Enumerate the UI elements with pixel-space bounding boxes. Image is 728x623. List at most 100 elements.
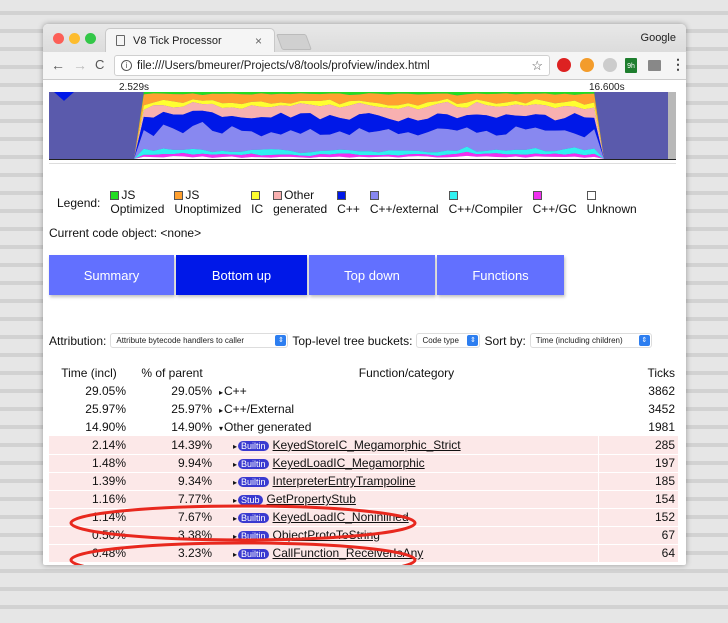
- expand-toggle-icon[interactable]: ▸: [233, 478, 237, 487]
- document-icon: [116, 35, 125, 46]
- tab-top-down[interactable]: Top down: [309, 255, 435, 295]
- function-name[interactable]: KeyedStoreIC_Megamorphic_Strict: [273, 438, 461, 452]
- new-tab-button[interactable]: [276, 34, 312, 50]
- expand-toggle-icon[interactable]: ▸: [219, 406, 223, 415]
- code-type-badge: Builtin: [238, 477, 269, 487]
- function-cell: ▸ Builtin ObjectProtoToString: [215, 526, 598, 545]
- profile-name[interactable]: Google: [641, 32, 676, 44]
- rss-extension-icon[interactable]: [580, 58, 594, 72]
- function-name[interactable]: CallFunction_ReceiverIsAny: [273, 546, 424, 560]
- maximize-window-button[interactable]: [85, 33, 96, 44]
- legend-line2: Optimized: [110, 202, 165, 216]
- table-row[interactable]: 29.05% 29.05% ▸C++ 3862: [49, 382, 678, 400]
- timer-extension-icon[interactable]: 9h: [625, 58, 637, 73]
- minimize-window-button[interactable]: [69, 33, 80, 44]
- header-pct[interactable]: % of parent: [129, 364, 215, 382]
- tab-close-icon[interactable]: ×: [255, 34, 262, 48]
- table-row[interactable]: 1.16% 7.77% ▸ Stub GetPropertyStub 154: [49, 490, 678, 509]
- function-name[interactable]: KeyedLoadIC_Noninlined: [273, 510, 409, 524]
- browser-tab[interactable]: V8 Tick Processor ×: [105, 28, 275, 52]
- legend-item: JS Unoptimized: [174, 188, 241, 216]
- code-type-badge: Builtin: [238, 459, 269, 469]
- function-cell: ▸ Builtin CallFunction_ReceiverIsAny: [215, 544, 598, 563]
- table-row[interactable]: 0.48% 3.23% ▸ Builtin CallFunction_ReceiverI…: [49, 544, 678, 563]
- select-arrows-icon: ⇕: [467, 335, 479, 346]
- legend-item: C++: [337, 188, 360, 216]
- legend-line2: generated: [273, 202, 328, 216]
- function-name[interactable]: ObjectProtoToString: [273, 528, 380, 542]
- sort-value: Time (including children): [535, 336, 623, 345]
- table-row[interactable]: 0.50% 3.38% ▸ Builtin ObjectProtoToString 67: [49, 526, 678, 545]
- function-cell: ▸C++/External: [215, 400, 598, 418]
- table-row[interactable]: 2.14% 14.39% ▸ Builtin KeyedStoreIC_Megamorp…: [49, 436, 678, 455]
- attribution-value: Attribute bytecode handlers to caller: [116, 336, 245, 345]
- pct-cell: 25.97%: [171, 402, 212, 416]
- cards-extension-icon[interactable]: [648, 60, 661, 71]
- function-name[interactable]: InterpreterEntryTrampoline: [273, 474, 416, 488]
- tab-summary[interactable]: Summary: [49, 255, 174, 295]
- function-name[interactable]: KeyedLoadIC_Megamorphic: [273, 456, 425, 470]
- legend-item: C++/external: [369, 188, 439, 216]
- table-row[interactable]: 14.90% 14.90% ▾Other generated 1981: [49, 418, 678, 436]
- attribution-label: Attribution:: [49, 333, 107, 348]
- timeline-chart[interactable]: [49, 92, 676, 160]
- opera-extension-icon[interactable]: [557, 58, 571, 72]
- legend-swatch: [174, 191, 184, 200]
- code-type-badge: Builtin: [238, 513, 269, 523]
- function-name[interactable]: GetPropertyStub: [267, 492, 356, 506]
- attribution-select[interactable]: Attribute bytecode handlers to caller ⇕: [110, 333, 289, 348]
- buckets-select[interactable]: Code type ⇕: [416, 333, 481, 348]
- expand-toggle-icon[interactable]: ▸: [233, 550, 237, 559]
- expand-toggle-icon[interactable]: ▸: [233, 496, 237, 505]
- back-arrow-icon[interactable]: ←: [51, 57, 65, 73]
- ticks-cell: 3862: [648, 384, 675, 398]
- address-bar[interactable]: i file:///Users/bmeurer/Projects/v8/tool…: [114, 55, 550, 76]
- reload-icon[interactable]: C: [95, 57, 104, 72]
- menu-dots-icon[interactable]: ⋮: [671, 56, 685, 73]
- header-ticks[interactable]: Ticks: [598, 364, 678, 382]
- legend-swatch: [110, 191, 120, 200]
- legend-item: Other generated: [273, 188, 327, 216]
- select-arrows-icon: ⇕: [638, 335, 650, 346]
- legend-items: JS Optimized JS Unoptimized IC Other generated…: [110, 188, 646, 216]
- expand-toggle-icon[interactable]: ▸: [219, 388, 223, 397]
- table-row[interactable]: 1.39% 9.34% ▸ Builtin InterpreterEntryTrampo…: [49, 472, 678, 491]
- legend-item: C++/Compiler: [448, 188, 523, 216]
- expand-toggle-icon[interactable]: ▸: [233, 442, 237, 451]
- expand-toggle-icon[interactable]: ▸: [233, 460, 237, 469]
- header-func[interactable]: Function/category: [215, 364, 598, 382]
- forward-arrow-icon[interactable]: →: [73, 57, 87, 73]
- url-text[interactable]: file:///Users/bmeurer/Projects/v8/tools/…: [137, 60, 430, 72]
- legend-line2: Unknown: [586, 202, 637, 216]
- function-name: C++: [224, 384, 247, 398]
- ticks-cell: 152: [597, 508, 678, 527]
- legend-line2: C++: [337, 202, 360, 216]
- timeline-scrollbar[interactable]: [668, 92, 676, 159]
- tab-functions[interactable]: Functions: [437, 255, 564, 295]
- header-time[interactable]: Time (incl): [49, 364, 129, 382]
- sort-select[interactable]: Time (including children) ⇕: [529, 333, 652, 348]
- function-cell: ▸ Builtin KeyedLoadIC_Noninlined: [215, 508, 598, 527]
- time-cell: 2.14%: [49, 436, 129, 455]
- expand-toggle-icon[interactable]: ▸: [233, 532, 237, 541]
- time-cell: 1.14%: [49, 508, 129, 527]
- expand-toggle-icon[interactable]: ▾: [219, 424, 223, 433]
- function-cell: ▸ Builtin InterpreterEntryTrampoline: [215, 472, 598, 491]
- table-row[interactable]: 1.14% 7.67% ▸ Builtin KeyedLoadIC_Noninlined…: [49, 508, 678, 527]
- table-row[interactable]: 25.97% 25.97% ▸C++/External 3452: [49, 400, 678, 418]
- legend-swatch: [586, 191, 596, 200]
- table-row[interactable]: 1.48% 9.94% ▸ Builtin KeyedLoadIC_Megamorphi…: [49, 454, 678, 473]
- tab-bottom-up[interactable]: Bottom up: [176, 255, 307, 295]
- pct-cell: 9.34%: [129, 472, 215, 491]
- info-icon[interactable]: i: [121, 60, 132, 71]
- bookmark-star-icon[interactable]: ☆: [531, 58, 543, 74]
- expand-toggle-icon[interactable]: ▸: [233, 514, 237, 523]
- disabled-extension-icon[interactable]: [603, 58, 617, 72]
- time-cell: 25.97%: [85, 402, 126, 416]
- close-window-button[interactable]: [53, 33, 64, 44]
- time-cell: 0.50%: [49, 526, 129, 545]
- title-bar: V8 Tick Processor × Google: [43, 24, 686, 52]
- pct-cell: 3.38%: [129, 526, 215, 545]
- function-cell: ▾Other generated: [215, 418, 598, 436]
- legend-swatch: [532, 191, 542, 200]
